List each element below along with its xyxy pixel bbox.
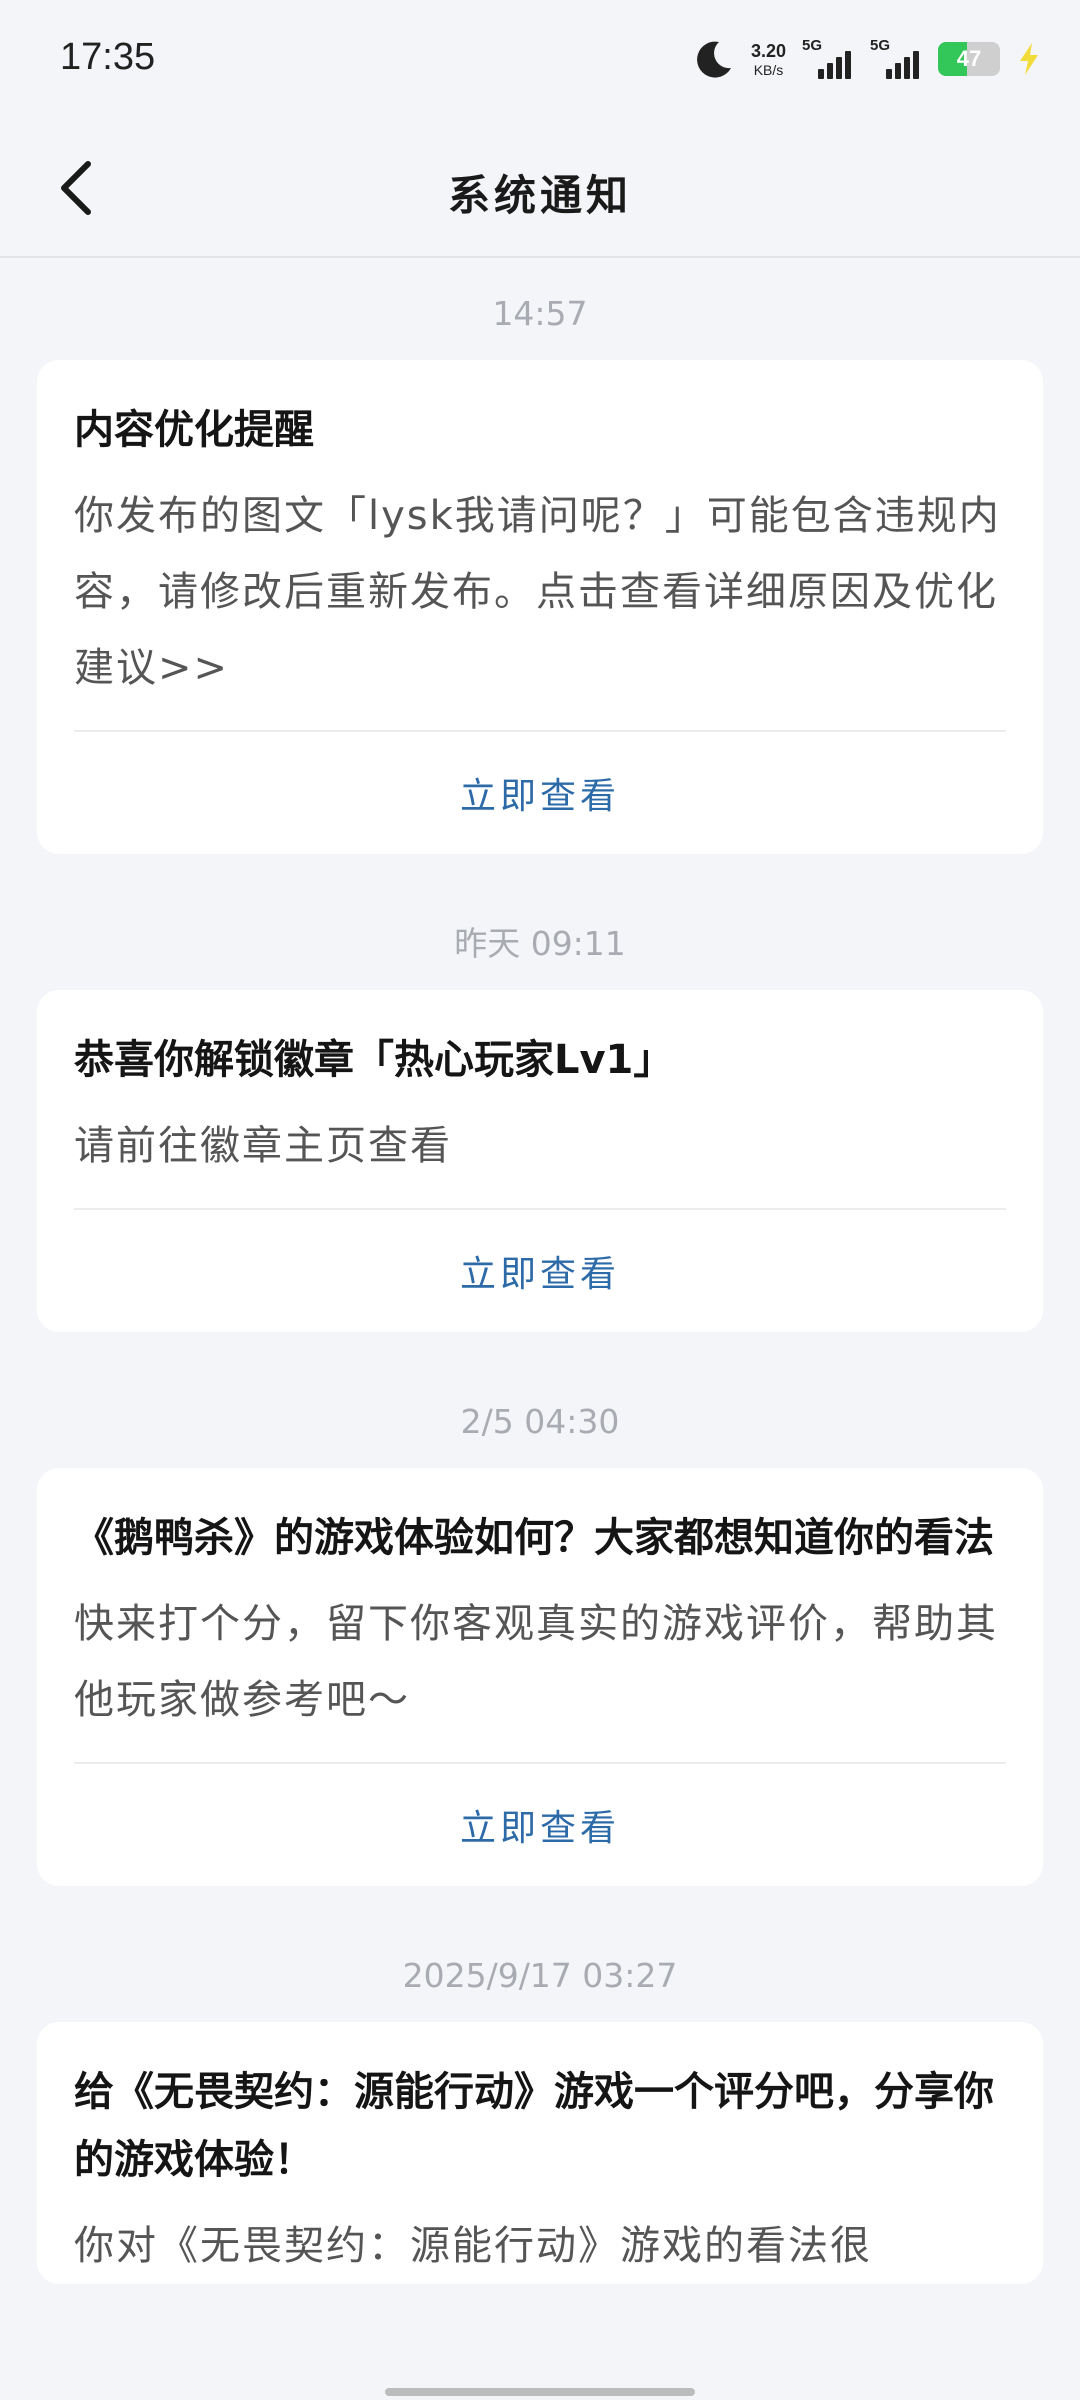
notification-body: 快来打个分，留下你客观真实的游戏评价，帮助其他玩家做参考吧～	[74, 1601, 998, 1723]
network-speed: 3.20 KB/s	[751, 42, 786, 77]
signal-bar	[836, 57, 842, 79]
page-title: 系统通知	[447, 171, 632, 220]
sim2-label: 5G	[870, 37, 891, 54]
signal-bar	[886, 69, 892, 79]
notification-timestamp: 昨天 09:11	[454, 924, 626, 963]
moon-icon	[697, 41, 731, 78]
home-indicator[interactable]	[385, 2388, 695, 2396]
signal-bar	[827, 63, 833, 79]
view-now-button[interactable]: 立即查看	[74, 732, 1006, 854]
notification-timestamp: 2025/9/17 03:27	[402, 1956, 678, 1995]
view-now-button[interactable]: 立即查看	[74, 1210, 1006, 1332]
status-bar: 17:35 3.20 KB/s 5G 5G 47	[0, 0, 1080, 118]
notification-timestamp: 14:57	[492, 294, 588, 333]
notification-body: 你发布的图文「lysk我请问呢？」可能包含违规内容，请修改后重新发布。点击查看详…	[74, 493, 1001, 691]
notification-card[interactable]: 内容优化提醒 你发布的图文「lysk我请问呢？」可能包含违规内容，请修改后重新发…	[37, 360, 1043, 854]
notification-title: 《鹅鸭杀》的游戏体验如何？大家都想知道你的看法	[74, 1515, 994, 1561]
notification-card[interactable]: 恭喜你解锁徽章「热心玩家Lv1」 请前往徽章主页查看 立即查看	[37, 990, 1043, 1332]
battery-level: 47	[956, 46, 982, 71]
nav-bar: 系统通知	[0, 118, 1080, 258]
status-time: 17:35	[60, 36, 156, 78]
notification-title: 给《无畏契约：源能行动》游戏一个评分吧，分享你的游戏体验！	[74, 2069, 994, 2183]
status-icons: 3.20 KB/s 5G 5G 47	[693, 36, 1042, 82]
signal-bar	[913, 51, 919, 79]
view-now-button[interactable]: 立即查看	[74, 1764, 1006, 1886]
notification-title: 内容优化提醒	[74, 407, 314, 453]
signal-icon: 5G	[870, 37, 922, 79]
signal-bar	[845, 51, 851, 79]
signal-icon: 5G	[802, 37, 854, 79]
notification-title: 恭喜你解锁徽章「热心玩家Lv1」	[74, 1037, 674, 1083]
notification-body: 请前往徽章主页查看	[74, 1123, 452, 1169]
signal-bar	[895, 63, 901, 79]
notification-card[interactable]: 《鹅鸭杀》的游戏体验如何？大家都想知道你的看法 快来打个分，留下你客观真实的游戏…	[37, 1468, 1043, 1886]
battery-icon: 47	[938, 42, 1000, 76]
signal-bar	[818, 69, 824, 79]
notification-timestamp: 2/5 04:30	[460, 1402, 620, 1441]
notification-card[interactable]: 给《无畏契约：源能行动》游戏一个评分吧，分享你的游戏体验！ 你对《无畏契约：源能…	[37, 2022, 1043, 2284]
charging-bolt-icon	[1020, 43, 1038, 75]
network-speed-unit: KB/s	[753, 61, 784, 78]
sim1-label: 5G	[802, 37, 823, 54]
signal-bar	[904, 57, 910, 79]
network-speed-value: 3.20	[750, 40, 786, 61]
notification-list[interactable]: 14:57 内容优化提醒 你发布的图文「lysk我请问呢？」可能包含违规内容，请…	[0, 260, 1080, 2284]
notification-body: 你对《无畏契约：源能行动》游戏的看法很	[74, 2223, 872, 2269]
